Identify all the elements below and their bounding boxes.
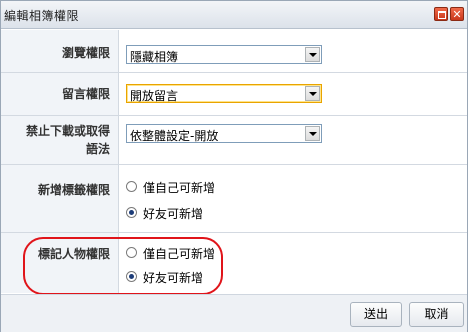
dialog-titlebar: 編輯相簿權限 ✕ [1, 1, 467, 29]
radio-unchecked-icon[interactable] [126, 181, 137, 192]
download-permission-value: 依整體設定-開放 [130, 129, 219, 143]
dialog-footer: 送出 取消 [1, 294, 467, 332]
download-permission-select[interactable]: 依整體設定-開放 [126, 124, 322, 143]
radio-checked-icon[interactable] [126, 207, 137, 218]
maximize-icon[interactable] [434, 7, 448, 21]
dialog-title: 編輯相簿權限 [4, 9, 80, 23]
comment-permission-select[interactable]: 開放留言 [126, 84, 322, 103]
comment-permission-value: 開放留言 [130, 89, 179, 103]
download-permission-label-line2: 語法 [85, 142, 110, 156]
tag-permission-row: 新增標籤權限 僅自己可新增 好友可新增 [1, 165, 467, 233]
download-permission-label-line1: 禁止下載或取得 [25, 124, 110, 138]
browse-permission-label: 瀏覽權限 [61, 46, 110, 60]
close-icon[interactable]: ✕ [450, 7, 464, 21]
browse-permission-row-bg: 瀏覽權限 隱藏相簿 [1, 30, 467, 73]
browse-permission-value: 隱藏相簿 [130, 50, 179, 64]
chevron-down-icon[interactable] [305, 47, 320, 62]
edit-album-permissions-dialog: 編輯相簿權限 ✕ 瀏覽權限 隱藏相簿 留言權限 開放留言 禁止下載或取得 語法 … [0, 0, 468, 332]
comment-permission-label: 留言權限 [61, 87, 110, 101]
comment-permission-row: 留言權限 開放留言 [1, 73, 467, 116]
browse-permission-select[interactable]: 隱藏相簿 [126, 45, 322, 64]
chevron-down-icon[interactable] [305, 126, 320, 141]
tag-permission-label: 新增標籤權限 [37, 183, 110, 197]
highlight-circle-annotation [23, 237, 223, 295]
cancel-button[interactable]: 取消 [409, 302, 464, 327]
download-permission-row: 禁止下載或取得 語法 依整體設定-開放 [1, 116, 467, 165]
send-button[interactable]: 送出 [350, 302, 402, 327]
chevron-down-icon[interactable] [305, 86, 320, 101]
